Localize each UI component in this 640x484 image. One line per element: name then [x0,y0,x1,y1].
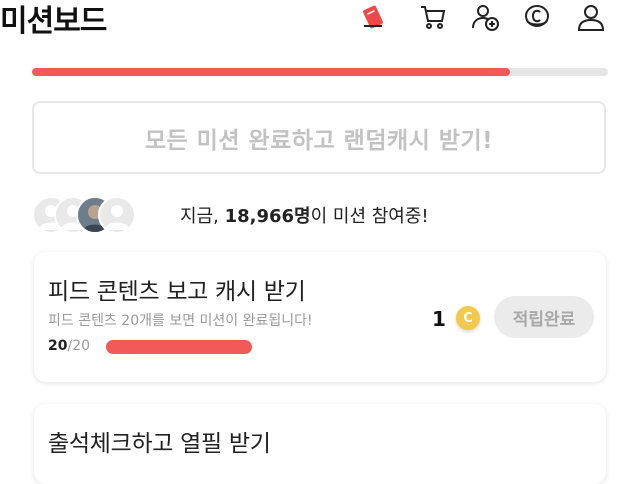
profile-icon[interactable] [574,0,608,34]
header: 미션보드 [0,0,640,44]
mission-progress-bar [106,340,252,354]
mission-status-button[interactable]: 적립완료 [494,296,594,338]
participants-row: 지금, 18,966명이 미션 참여중! [32,196,429,234]
participants-prefix: 지금, [180,206,225,227]
page-title: 미션보드 [0,4,107,39]
participants-text: 지금, 18,966명이 미션 참여중! [180,202,429,228]
participants-suffix: 이 미션 참여중! [310,206,429,227]
mission-card[interactable]: 피드 콘텐츠 보고 캐시 받기 피드 콘텐츠 20개를 보면 미션이 완료됩니다… [34,252,606,382]
mission-card[interactable]: 출석체크하고 열필 받기 [34,404,606,484]
coin-icon: C [456,306,480,330]
add-friend-icon[interactable] [468,0,502,34]
mission-description: 피드 콘텐츠 20개를 보면 미션이 완료됩니다! [48,313,313,329]
overall-progress-bar [32,68,608,76]
overall-progress-fill [32,68,511,76]
random-cash-reward-button[interactable]: 모든 미션 완료하고 랜덤캐시 받기! [32,101,606,174]
cart-icon[interactable] [416,0,450,34]
participant-avatars [32,196,176,234]
coin-icon[interactable] [520,0,554,34]
mission-progress-count: 20/20 [48,338,90,354]
mission-progress-total: /20 [67,338,91,354]
mission-progress-current: 20 [48,338,68,354]
avatar [98,196,136,234]
mission-reward-amount: 1 [432,307,446,331]
mission-title: 출석체크하고 열필 받기 [48,431,271,457]
mission-progress-fill [106,340,252,354]
participants-count: 18,966명 [224,206,311,227]
ticket-icon[interactable] [356,0,390,34]
mission-title: 피드 콘텐츠 보고 캐시 받기 [48,279,306,305]
